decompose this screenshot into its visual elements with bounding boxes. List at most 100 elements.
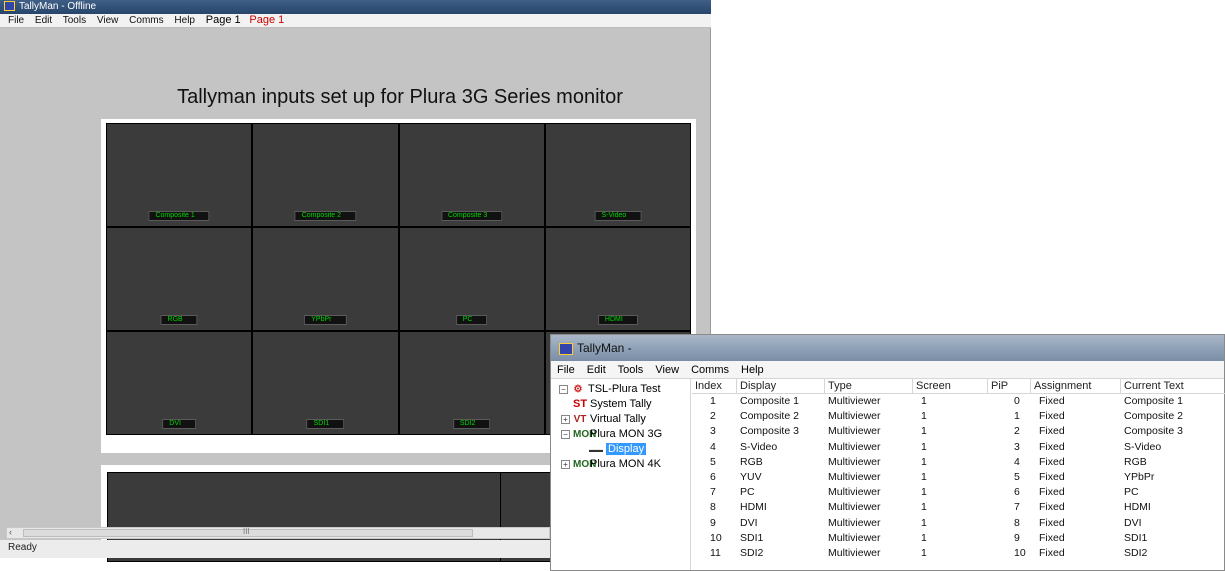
status-text: Ready [8, 542, 37, 553]
cell-display: Composite 2 [740, 410, 799, 423]
table-row[interactable]: 2 Composite 2 Multiviewer 1 1 Fixed Composite … [692, 409, 1225, 424]
table-row[interactable]: 9 DVI Multiviewer 1 8 Fixed DVI [692, 516, 1225, 531]
cell-assignment: Fixed [1039, 531, 1065, 544]
expand-icon[interactable]: + [561, 414, 570, 424]
table-row[interactable]: 8 HDMI Multiviewer 1 7 Fixed HDMI [692, 500, 1225, 515]
table-row[interactable]: 5 RGB Multiviewer 1 4 Fixed RGB [692, 455, 1225, 470]
multiviewer-cell[interactable]: S-Video [545, 124, 690, 226]
multiviewer-cell[interactable]: Composite 2 [253, 124, 398, 226]
scrollbar-grip: III [243, 527, 250, 536]
multiviewer-cell[interactable]: SDI1 [253, 332, 398, 434]
table-row[interactable]: 1 Composite 1 Multiviewer 1 0 Fixed Composite … [692, 394, 1225, 409]
back-title-bar[interactable]: TallyMan - Offline [0, 0, 711, 14]
cell-label: Composite 2 [294, 211, 357, 221]
cell-label: SDI1 [306, 419, 345, 429]
cell-pip: 1 [1014, 410, 1020, 423]
table-row[interactable]: 4 S-Video Multiviewer 1 3 Fixed S-Video [692, 440, 1225, 455]
cell-type: Multiviewer [828, 470, 881, 483]
cell-current-text: SDI1 [1124, 531, 1148, 544]
horizontal-scrollbar[interactable]: ‹ III [6, 527, 550, 539]
table-body: 1 Composite 1 Multiviewer 1 0 Fixed Composite … [692, 394, 1225, 561]
cell-current-text: Composite 2 [1124, 410, 1183, 423]
back-menu-help[interactable]: Help [174, 15, 195, 26]
cell-pip: 7 [1014, 501, 1020, 514]
back-menu-file[interactable]: File [8, 15, 24, 26]
column-header-display[interactable]: Display [737, 379, 825, 393]
multiviewer-cell[interactable]: Composite 3 [399, 124, 544, 226]
cell-index: 11 [710, 546, 721, 559]
back-menu-tools[interactable]: Tools [63, 15, 86, 26]
column-header-assignment[interactable]: Assignment [1031, 379, 1121, 393]
multiviewer-cell[interactable]: Composite 1 [107, 124, 252, 226]
back-menu-comms[interactable]: Comms [129, 15, 163, 26]
cell-type: Multiviewer [828, 531, 881, 544]
tree-item-display[interactable]: ▬▬ Display [559, 442, 690, 457]
expand-icon[interactable]: + [561, 459, 570, 469]
scroll-left-arrow-icon[interactable]: ‹ [9, 527, 12, 537]
cell-current-text: Composite 3 [1124, 425, 1183, 438]
collapse-icon[interactable]: − [559, 384, 568, 394]
cell-current-text: S-Video [1124, 440, 1162, 453]
cell-assignment: Fixed [1039, 440, 1065, 453]
cell-type: Multiviewer [828, 440, 881, 453]
table-row[interactable]: 11 SDI2 Multiviewer 1 10 Fixed SDI2 [692, 546, 1225, 561]
multiviewer-cell[interactable]: YPbPr [253, 228, 398, 330]
cell-pip: 4 [1014, 455, 1020, 468]
tree-item-plura-mon-4k[interactable]: + MONPlura MON 4K [559, 457, 690, 472]
tree-item-plura-mon-3g[interactable]: − MONPlura MON 3G [559, 427, 690, 442]
cell-assignment: Fixed [1039, 501, 1065, 514]
multiviewer-cell[interactable]: RGB [107, 228, 252, 330]
collapse-icon[interactable]: − [561, 429, 570, 439]
cell-index: 8 [710, 501, 716, 514]
cell-type: Multiviewer [828, 425, 881, 438]
cell-label: PC [455, 315, 488, 325]
table-row[interactable]: 6 YUV Multiviewer 1 5 Fixed YPbPr [692, 470, 1225, 485]
column-header-screen[interactable]: Screen [913, 379, 988, 393]
network-icon: ⚙ [573, 384, 583, 395]
cell-screen: 1 [921, 440, 927, 453]
multiviewer-cell[interactable]: PC [399, 228, 544, 330]
tree-item-virtual-tally[interactable]: + VT Virtual Tally [559, 412, 690, 427]
cell-index: 7 [710, 486, 716, 499]
menu-view[interactable]: View [655, 364, 679, 376]
page-tab-1[interactable]: Page 1 [206, 14, 241, 26]
cell-screen: 1 [921, 501, 927, 514]
cell-pip: 2 [1014, 425, 1020, 438]
back-menu-edit[interactable]: Edit [35, 15, 52, 26]
table-row[interactable]: 3 Composite 3 Multiviewer 1 2 Fixed Composite … [692, 424, 1225, 439]
cell-index: 1 [710, 395, 716, 407]
back-menu-view[interactable]: View [97, 15, 119, 26]
cell-index: 5 [710, 455, 716, 468]
cell-pip: 8 [1014, 516, 1020, 529]
menu-help[interactable]: Help [741, 364, 764, 376]
system-tally-icon: ST [573, 398, 588, 410]
cell-display: Composite 3 [740, 425, 799, 438]
menu-file[interactable]: File [557, 364, 575, 376]
page-tab-active[interactable]: Page 1 [249, 14, 284, 26]
column-header-type[interactable]: Type [825, 379, 913, 393]
monitor-icon: MON [573, 429, 597, 440]
column-header-current-text[interactable]: Current Text [1121, 379, 1225, 393]
table-row[interactable]: 7 PC Multiviewer 1 6 Fixed PC [692, 485, 1225, 500]
column-header-pip[interactable]: PiP [988, 379, 1031, 393]
tree-item-system-tally[interactable]: ST System Tally [559, 397, 690, 412]
cell-display: S-Video [740, 440, 778, 453]
cell-index: 3 [710, 425, 716, 438]
front-title-bar[interactable]: TallyMan - [551, 335, 1224, 361]
cell-current-text: PC [1124, 486, 1139, 499]
cell-display: Composite 1 [740, 395, 799, 407]
menu-tools[interactable]: Tools [618, 364, 644, 376]
column-header-index[interactable]: Index [692, 379, 737, 393]
multiviewer-cell[interactable]: SDI2 [399, 332, 544, 434]
front-window-title: TallyMan - [577, 341, 632, 355]
cell-current-text: DVI [1124, 516, 1142, 529]
cell-current-text: HDMI [1124, 501, 1151, 514]
menu-comms[interactable]: Comms [691, 364, 729, 376]
multiviewer-cell[interactable]: HDMI [545, 228, 690, 330]
cell-assignment: Fixed [1039, 516, 1065, 529]
multiviewer-cell[interactable]: DVI [107, 332, 252, 434]
menu-edit[interactable]: Edit [587, 364, 606, 376]
tree-item-label: Plura MON 4K [590, 458, 661, 470]
tree-item-tsl-plura-test[interactable]: − ⚙ TSL-Plura Test [559, 382, 690, 397]
table-row[interactable]: 10 SDI1 Multiviewer 1 9 Fixed SDI1 [692, 531, 1225, 546]
